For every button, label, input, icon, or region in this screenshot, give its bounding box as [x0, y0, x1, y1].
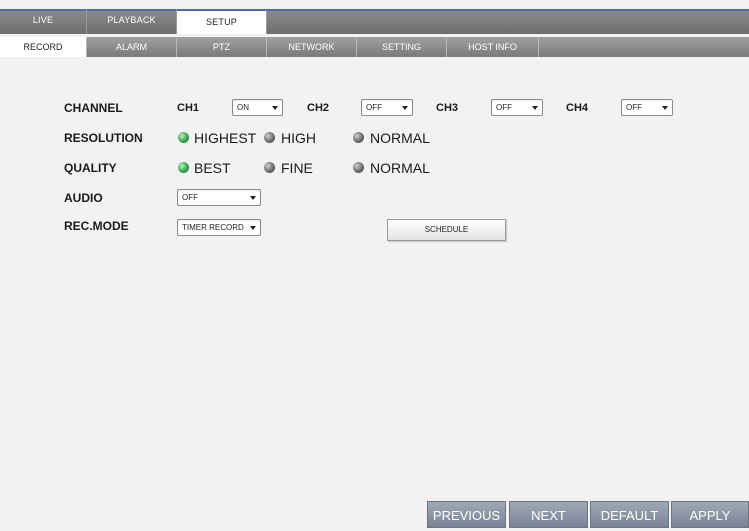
schedule-button[interactable]: SCHEDULE: [387, 219, 506, 241]
chevron-down-icon: [250, 196, 256, 200]
ch1-select[interactable]: ON: [232, 99, 283, 116]
subtab-network[interactable]: NETWORK: [267, 37, 357, 57]
subtab-host-info[interactable]: HOST INFO: [447, 37, 539, 57]
rec-mode-label: REC.MODE: [64, 219, 129, 233]
ch3-select-value: OFF: [496, 103, 512, 112]
ch4-select-value: OFF: [626, 103, 642, 112]
tab-playback[interactable]: PLAYBACK: [87, 9, 177, 34]
subtab-setting[interactable]: SETTING: [357, 37, 447, 57]
tab-live[interactable]: LIVE: [0, 9, 87, 34]
chevron-down-icon: [272, 106, 278, 110]
quality-option-fine: FINE: [281, 160, 313, 176]
channel-label: CHANNEL: [64, 101, 123, 115]
subtab-alarm[interactable]: ALARM: [87, 37, 177, 57]
chevron-down-icon: [532, 106, 538, 110]
radio-unselected-icon[interactable]: [264, 162, 275, 173]
apply-button[interactable]: APPLY: [671, 501, 749, 528]
ch2-label: CH2: [307, 102, 330, 114]
ch3-select[interactable]: OFF: [491, 99, 543, 116]
ch4-label: CH4: [566, 102, 589, 114]
audio-select[interactable]: OFF: [177, 189, 261, 206]
ch3-label: CH3: [436, 102, 459, 114]
chevron-down-icon: [402, 106, 408, 110]
radio-unselected-icon[interactable]: [353, 162, 364, 173]
audio-select-value: OFF: [182, 193, 198, 202]
subtab-ptz[interactable]: PTZ: [177, 37, 267, 57]
resolution-option-highest: HIGHEST: [194, 130, 257, 146]
subtab-record[interactable]: RECORD: [0, 37, 87, 57]
chevron-down-icon: [250, 226, 256, 230]
quality-option-normal: NORMAL: [370, 160, 430, 176]
radio-selected-icon[interactable]: [178, 162, 189, 173]
audio-label: AUDIO: [64, 191, 103, 205]
quality-option-best: BEST: [194, 160, 231, 176]
previous-button[interactable]: PREVIOUS: [427, 501, 506, 528]
resolution-option-normal: NORMAL: [370, 130, 430, 146]
resolution-option-high: HIGH: [281, 130, 316, 146]
rec-mode-select[interactable]: TIMER RECORD: [177, 219, 261, 236]
radio-unselected-icon[interactable]: [353, 132, 364, 143]
ch2-select-value: OFF: [366, 103, 382, 112]
tab-setup[interactable]: SETUP: [177, 9, 267, 34]
resolution-label: RESOLUTION: [64, 131, 143, 145]
chevron-down-icon: [662, 106, 668, 110]
ch1-label: CH1: [177, 102, 200, 114]
ch2-select[interactable]: OFF: [361, 99, 413, 116]
next-button[interactable]: NEXT: [509, 501, 588, 528]
ch1-select-value: ON: [237, 103, 249, 112]
quality-label: QUALITY: [64, 161, 117, 175]
rec-mode-select-value: TIMER RECORD: [182, 223, 244, 232]
default-button[interactable]: DEFAULT: [590, 501, 669, 528]
radio-selected-icon[interactable]: [178, 132, 189, 143]
ch4-select[interactable]: OFF: [621, 99, 673, 116]
radio-unselected-icon[interactable]: [264, 132, 275, 143]
